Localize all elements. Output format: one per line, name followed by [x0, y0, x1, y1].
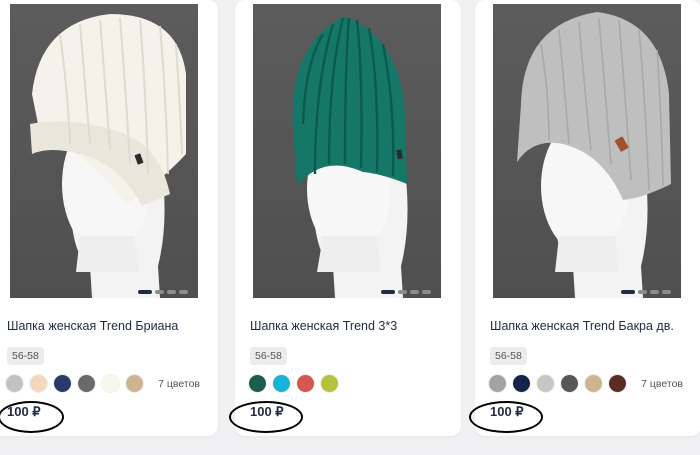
pager-dot[interactable]: [662, 290, 671, 294]
color-swatches: [249, 375, 338, 392]
color-swatch[interactable]: [609, 375, 626, 392]
color-swatch[interactable]: [102, 375, 119, 392]
product-photo[interactable]: [493, 4, 681, 298]
hat-on-mannequin-image: [30, 14, 186, 298]
pager-dot[interactable]: [650, 290, 659, 294]
color-swatch[interactable]: [585, 375, 602, 392]
color-swatches: [489, 375, 626, 392]
color-swatch[interactable]: [561, 375, 578, 392]
color-swatch[interactable]: [30, 375, 47, 392]
product-title[interactable]: Шапка женская Trend 3*3: [250, 319, 453, 333]
pager-dot-active[interactable]: [621, 290, 635, 294]
pager-dot-active[interactable]: [381, 290, 395, 294]
color-swatch[interactable]: [249, 375, 266, 392]
color-swatch[interactable]: [78, 375, 95, 392]
photo-pager[interactable]: [621, 290, 671, 294]
product-photo[interactable]: [253, 4, 441, 298]
color-swatch[interactable]: [54, 375, 71, 392]
color-swatch[interactable]: [489, 375, 506, 392]
color-swatch[interactable]: [126, 375, 143, 392]
pager-dot[interactable]: [398, 290, 407, 294]
hat-on-mannequin-image: [292, 16, 408, 298]
product-title[interactable]: Шапка женская Trend Бриана: [7, 319, 210, 333]
color-swatch[interactable]: [273, 375, 290, 392]
product-card[interactable]: Шапка женская Trend 3*3 56-58 100 ₽: [229, 0, 461, 436]
colors-count[interactable]: 7 цветов: [158, 378, 200, 390]
photo-pager[interactable]: [381, 290, 431, 294]
color-swatch[interactable]: [537, 375, 554, 392]
pager-dot[interactable]: [422, 290, 431, 294]
price-highlight-oval: [469, 401, 543, 433]
hat-on-mannequin-image: [517, 12, 671, 298]
size-badge: 56-58: [7, 347, 44, 365]
price-highlight-oval: [0, 401, 64, 433]
photo-pager[interactable]: [138, 290, 188, 294]
color-swatch[interactable]: [321, 375, 338, 392]
color-swatches: [6, 375, 143, 392]
product-card[interactable]: Шапка женская Trend Бриана 56-58 7 цвето…: [0, 0, 218, 436]
pager-dot[interactable]: [155, 290, 164, 294]
color-swatch[interactable]: [513, 375, 530, 392]
product-card[interactable]: Шапка женская Trend Бакра дв. 56-58 7 цв…: [469, 0, 700, 436]
color-swatch[interactable]: [6, 375, 23, 392]
price-highlight-oval: [229, 401, 303, 433]
colors-count[interactable]: 7 цветов: [641, 378, 683, 390]
pager-dot[interactable]: [410, 290, 419, 294]
size-badge: 56-58: [250, 347, 287, 365]
pager-dot[interactable]: [167, 290, 176, 294]
pager-dot-active[interactable]: [138, 290, 152, 294]
pager-dot[interactable]: [179, 290, 188, 294]
size-badge: 56-58: [490, 347, 527, 365]
product-title[interactable]: Шапка женская Trend Бакра дв.: [490, 319, 693, 333]
color-swatch[interactable]: [297, 375, 314, 392]
product-photo[interactable]: [10, 4, 198, 298]
pager-dot[interactable]: [638, 290, 647, 294]
